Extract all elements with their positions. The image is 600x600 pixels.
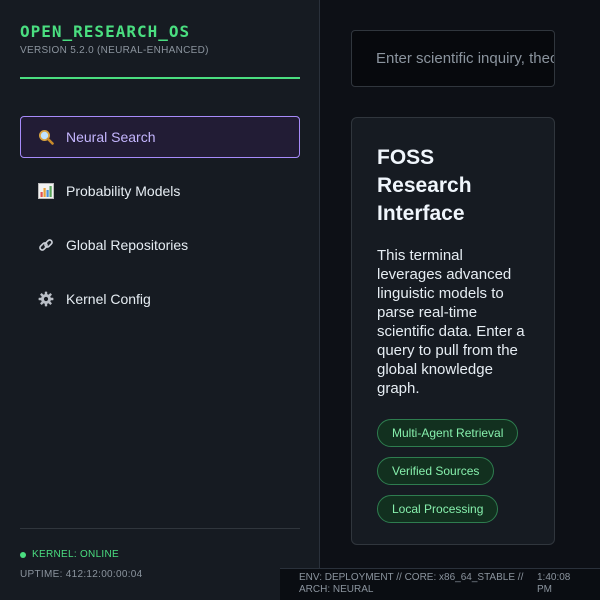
title-divider [20, 77, 300, 79]
tag-multi-agent-retrieval: Multi-Agent Retrieval [377, 419, 519, 447]
tag-local-processing: Local Processing [377, 495, 499, 523]
app-version: VERSION 5.2.0 (NEURAL-ENHANCED) [20, 45, 209, 56]
sidebar-item-kernel-config[interactable]: Kernel Config [20, 278, 300, 320]
sidebar-footer-divider [20, 528, 300, 529]
clock: 1:40:08 PM [537, 572, 571, 595]
app-title: OPEN_RESEARCH_OS [20, 22, 191, 41]
environment-info: ENV: DEPLOYMENT // CORE: x86_64_STABLE /… [299, 572, 524, 595]
status-dot-icon [20, 551, 26, 558]
link-icon [37, 236, 55, 254]
sidebar-nav: Neural Search Probability Models Global … [20, 116, 300, 332]
bar-chart-icon [37, 182, 55, 200]
sidebar-item-label: Global Repositories [66, 237, 189, 253]
intro-card: FOSS Research Interface This terminal le… [351, 117, 555, 545]
search-input[interactable] [352, 31, 554, 86]
sidebar-item-probability-models[interactable]: Probability Models [20, 170, 300, 212]
tag-verified-sources: Verified Sources [377, 457, 495, 485]
gear-icon [37, 290, 55, 308]
sidebar-item-label: Probability Models [66, 183, 181, 199]
main-panel: FOSS Research Interface This terminal le… [321, 0, 600, 568]
sidebar-item-label: Kernel Config [66, 291, 151, 307]
card-description: This terminal leverages advanced linguis… [377, 247, 525, 397]
card-title: FOSS Research Interface [377, 146, 472, 225]
feature-tags: Multi-Agent Retrieval Verified Sources L… [377, 419, 529, 533]
kernel-status-text: KERNEL: ONLINE [32, 549, 120, 560]
uptime-readout: UPTIME: 412:12:00:00:04 [20, 569, 143, 580]
magnifier-icon [37, 128, 55, 146]
sidebar-item-label: Neural Search [66, 129, 156, 145]
status-bar: ENV: DEPLOYMENT // CORE: x86_64_STABLE /… [280, 568, 600, 600]
sidebar-item-neural-search[interactable]: Neural Search [20, 116, 300, 158]
kernel-status: KERNEL: ONLINE [20, 549, 119, 560]
sidebar: OPEN_RESEARCH_OS VERSION 5.2.0 (NEURAL-E… [0, 0, 320, 600]
sidebar-item-global-repositories[interactable]: Global Repositories [20, 224, 300, 266]
search-box [351, 30, 555, 87]
